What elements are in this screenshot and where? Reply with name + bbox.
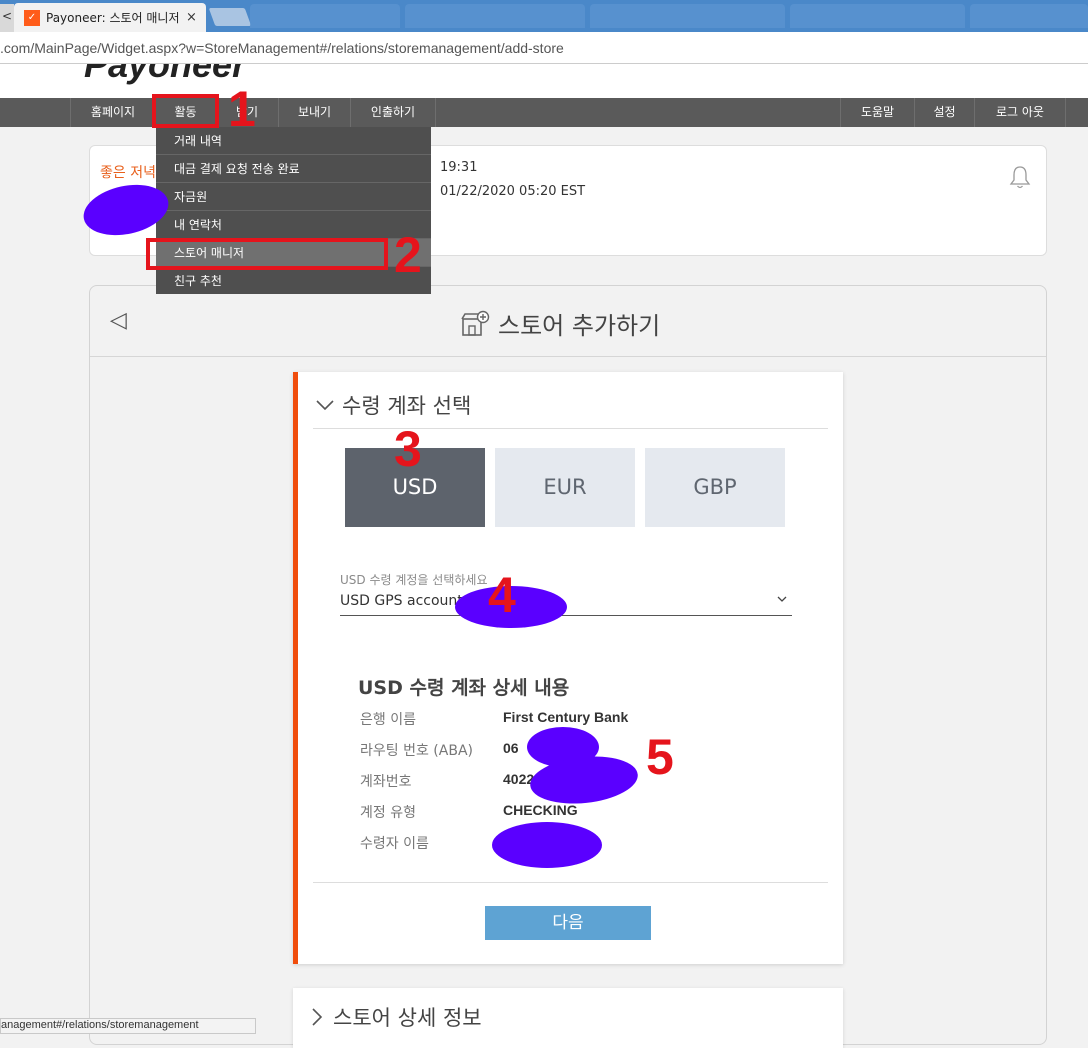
detail-value-bank-name: First Century Bank [503,709,629,725]
back-arrow-icon[interactable]: ◁ [110,308,127,333]
nav-withdraw[interactable]: 인출하기 [350,98,436,127]
annotation-number: 5 [646,729,674,785]
page-title-wrap: 스토어 추가하기 [460,306,660,341]
browser-tab-background[interactable] [970,4,1088,28]
section-receiving-account[interactable]: 수령 계좌 선택 [316,390,471,420]
detail-label-routing: 라우팅 번호 (ABA) [360,743,473,759]
section-title: 수령 계좌 선택 [342,394,472,418]
detail-value-routing: 06 [503,740,519,756]
payoneer-logo[interactable]: Payoneer [84,64,246,86]
currency-gbp-button[interactable]: GBP [645,448,785,527]
next-button[interactable]: 다음 [485,906,651,940]
account-select-value[interactable]: USD GPS account [340,593,463,609]
browser-tab-bar: < ✓ Payoneer: 스토어 매니저 × [0,0,1088,32]
menu-item-refer-friend[interactable]: 친구 추천 [156,267,431,295]
account-details-title: USD 수령 계좌 상세 내용 [358,677,570,699]
receiving-account-panel: 수령 계좌 선택 USD EUR GBP USD 수령 계정을 선택하세요 US… [293,372,843,964]
chevron-down-icon[interactable] [776,594,788,604]
detail-label-bank-name: 은행 이름 [360,712,416,728]
new-tab-button[interactable] [208,8,252,26]
page-title: 스토어 추가하기 [498,312,661,340]
nav-home[interactable]: 홈페이지 [70,98,155,127]
menu-item-funding-sources[interactable]: 자금원 [156,183,431,211]
annotation-number: 1 [228,81,256,137]
menu-item-payment-requests[interactable]: 대금 결제 요청 전송 완료 [156,155,431,183]
annotation-number: 2 [394,227,422,283]
tab-scroll-left[interactable]: < [0,4,14,32]
url-text[interactable]: .com/MainPage/Widget.aspx?w=StoreManagem… [0,40,564,56]
account-select-label: USD 수령 계정을 선택하세요 [340,573,488,587]
add-store-header: ◁ 스토어 추가하기 [90,286,1046,357]
currency-eur-button[interactable]: EUR [495,448,635,527]
payoneer-favicon-icon: ✓ [24,9,40,26]
detail-label-beneficiary: 수령자 이름 [360,836,429,852]
browser-tab-active[interactable]: ✓ Payoneer: 스토어 매니저 × [14,3,206,32]
detail-value-account-type: CHECKING [503,802,578,818]
address-bar[interactable]: .com/MainPage/Widget.aspx?w=StoreManagem… [0,32,1088,64]
section2-title: 스토어 상세 정보 [333,1006,482,1030]
chevron-down-icon [316,400,334,411]
menu-item-transactions[interactable]: 거래 내역 [156,127,431,155]
account-select-underline [340,615,792,616]
bell-icon[interactable] [1008,164,1032,190]
logo-strip: Payoneer [0,64,1088,98]
browser-tab-background[interactable] [405,4,585,28]
browser-tab-background[interactable] [590,4,785,28]
section-store-details[interactable]: 스토어 상세 정보 [311,1002,482,1032]
annotation-box-store-manager [146,238,388,270]
nav-help[interactable]: 도움말 [840,98,914,127]
menu-item-contacts[interactable]: 내 연락처 [156,211,431,239]
chevron-right-icon [312,1008,323,1026]
tab-title: Payoneer: 스토어 매니저 [46,11,180,25]
last-login-date: 01/22/2020 05:20 EST [440,184,586,199]
tab-close-icon[interactable]: × [186,10,197,25]
detail-label-account-number: 계좌번호 [360,774,412,790]
nav-send[interactable]: 보내기 [278,98,350,127]
detail-label-account-type: 계정 유형 [360,805,416,821]
divider [313,428,828,429]
nav-logout[interactable]: 로그 아웃 [974,98,1066,127]
last-login-time: 19:31 [440,160,478,175]
annotation-number: 4 [488,567,516,623]
redaction-blob [492,822,602,868]
browser-tab-background[interactable] [790,4,965,28]
annotation-box-activity [152,94,219,128]
greeting-text: 좋은 저녁 [100,165,156,181]
annotation-number: 3 [394,421,422,477]
divider [313,882,828,883]
store-details-panel: 스토어 상세 정보 [293,988,843,1048]
browser-tab-background[interactable] [250,4,400,28]
nav-settings[interactable]: 설정 [914,98,974,127]
store-add-icon [461,310,490,336]
